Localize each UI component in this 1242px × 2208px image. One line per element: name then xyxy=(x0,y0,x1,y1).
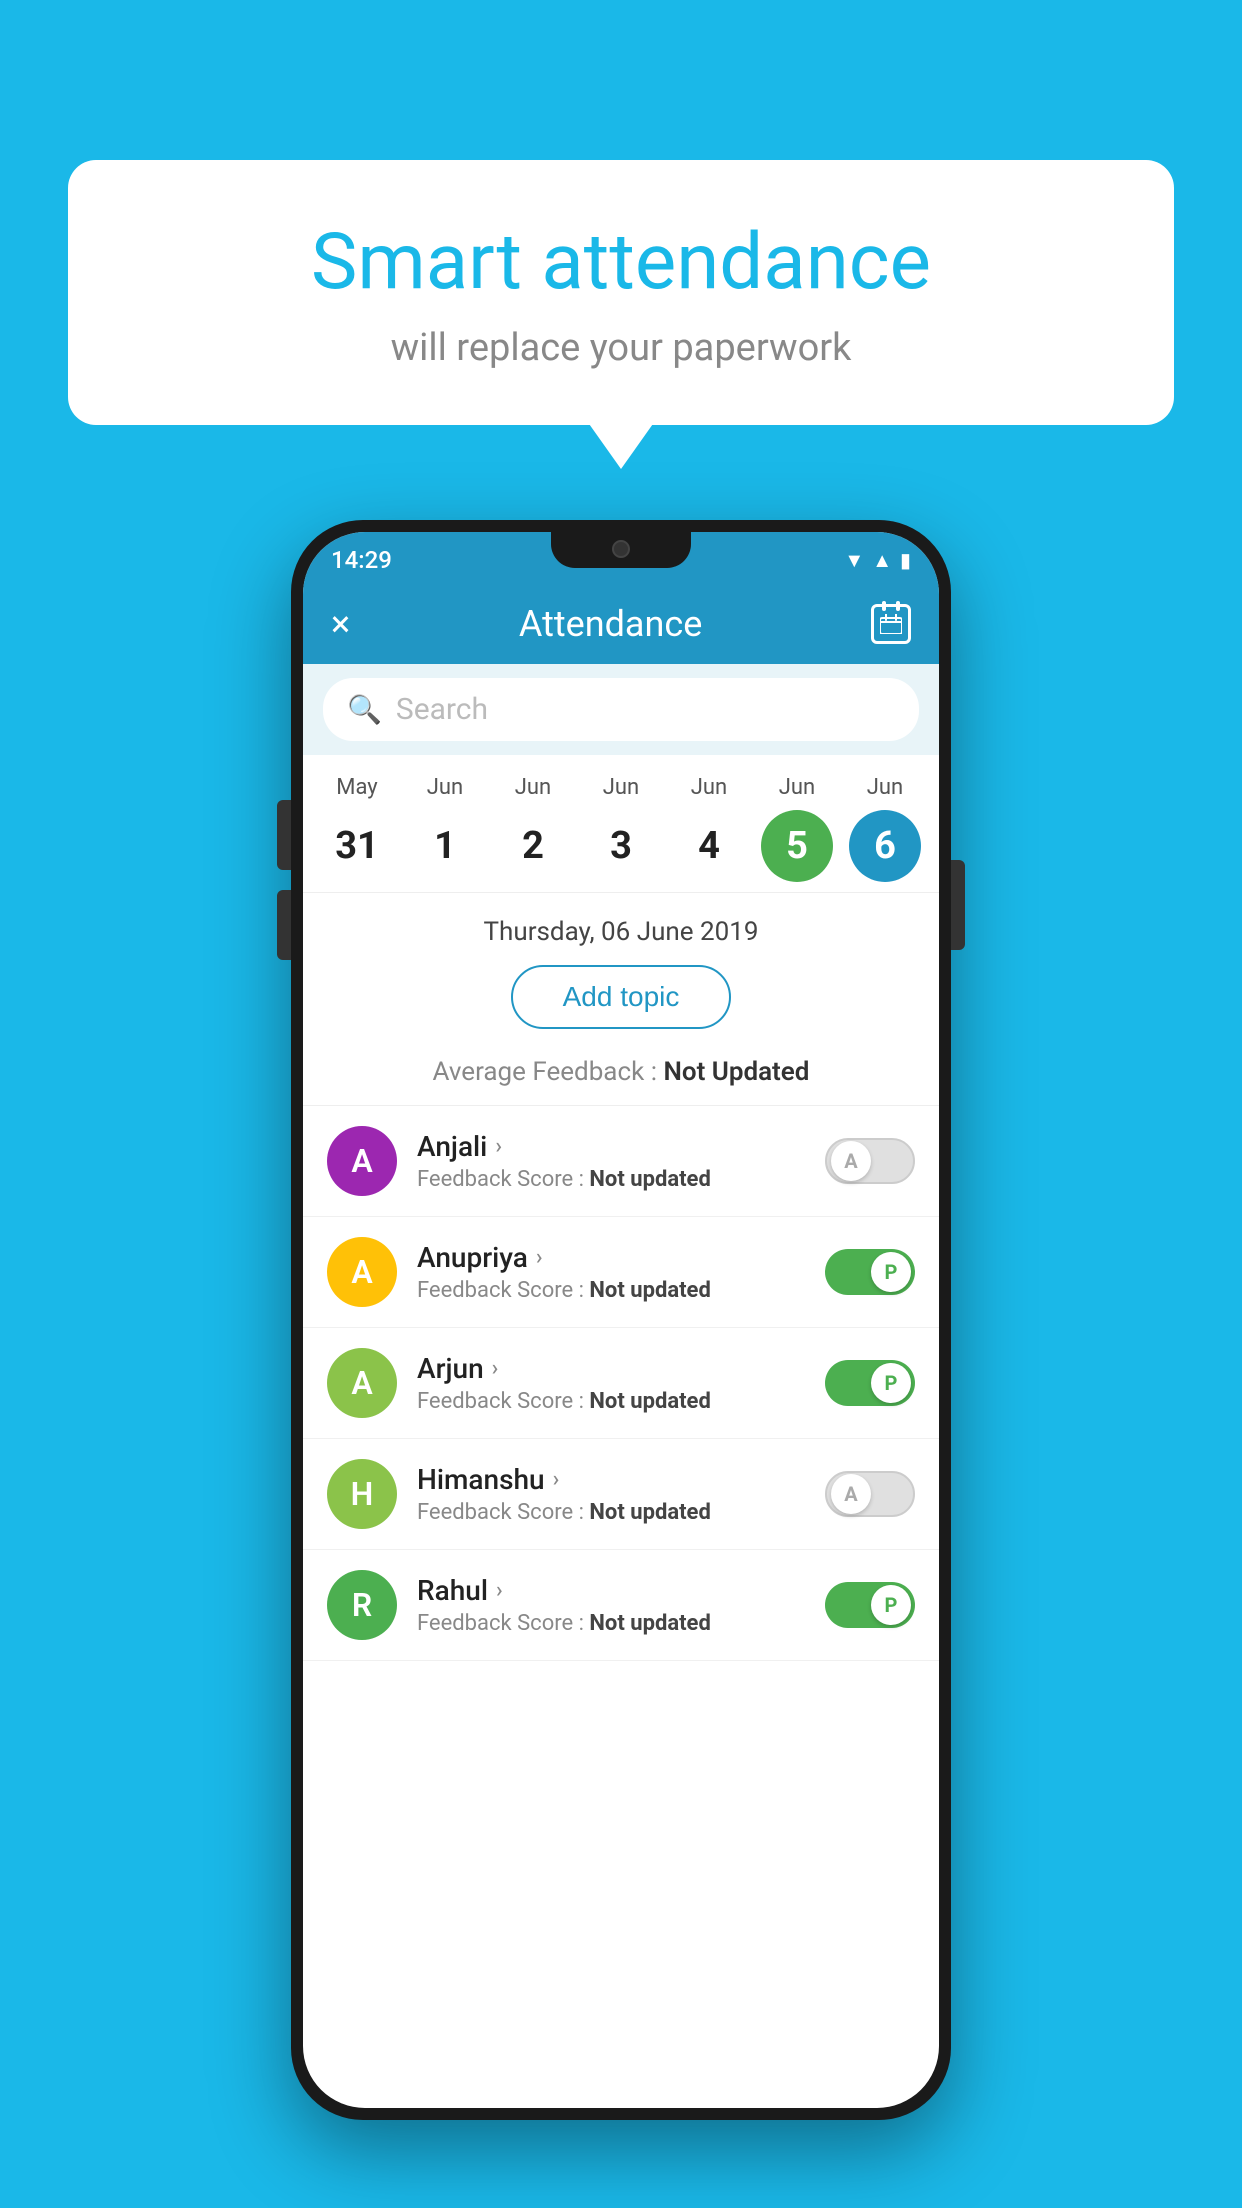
avatar: R xyxy=(327,1570,397,1640)
chevron-icon: › xyxy=(553,1467,560,1492)
cal-month-label: Jun xyxy=(779,775,815,800)
avatar: A xyxy=(327,1348,397,1418)
status-time: 14:29 xyxy=(331,546,392,574)
chevron-icon: › xyxy=(492,1356,499,1381)
close-icon[interactable]: × xyxy=(331,603,350,645)
calendar-day-6[interactable]: Jun 6 xyxy=(843,775,927,882)
calendar-day-2[interactable]: Jun 2 xyxy=(491,775,575,882)
cal-date-number: 3 xyxy=(585,810,657,882)
speech-bubble-subtitle: will replace your paperwork xyxy=(128,326,1114,370)
student-item[interactable]: H Himanshu › Feedback Score : Not updated A xyxy=(303,1439,939,1550)
volume-up-button xyxy=(277,800,291,870)
feedback-score: Feedback Score : Not updated xyxy=(417,1611,805,1636)
search-bar[interactable]: 🔍 Search xyxy=(323,678,919,741)
volume-down-button xyxy=(277,890,291,960)
student-name: Anupriya › xyxy=(417,1241,805,1274)
cal-month-label: Jun xyxy=(603,775,639,800)
chevron-icon: › xyxy=(536,1245,543,1270)
attendance-toggle[interactable]: A xyxy=(825,1471,915,1517)
avg-feedback-value: Not Updated xyxy=(663,1057,809,1087)
calendar-day-31[interactable]: May 31 xyxy=(315,775,399,882)
signal-icon: ▲ xyxy=(872,548,892,573)
speech-bubble: Smart attendance will replace your paper… xyxy=(68,160,1174,425)
search-bar-container: 🔍 Search xyxy=(303,664,939,755)
calendar-day-1[interactable]: Jun 1 xyxy=(403,775,487,882)
calendar-day-4[interactable]: Jun 4 xyxy=(667,775,751,882)
attendance-toggle[interactable]: P xyxy=(825,1360,915,1406)
student-name: Himanshu › xyxy=(417,1463,805,1496)
calendar-day-5[interactable]: Jun 5 xyxy=(755,775,839,882)
avatar: A xyxy=(327,1126,397,1196)
average-feedback: Average Feedback : Not Updated xyxy=(303,1047,939,1106)
search-placeholder: Search xyxy=(396,692,488,727)
feedback-score: Feedback Score : Not updated xyxy=(417,1389,805,1414)
power-button xyxy=(951,860,965,950)
feedback-score: Feedback Score : Not updated xyxy=(417,1500,805,1525)
cal-month-label: Jun xyxy=(691,775,727,800)
battery-icon: ▮ xyxy=(900,548,911,572)
toggle-knob: P xyxy=(871,1363,911,1403)
phone-frame: 14:29 ▼ ▲ ▮ × Attendance 🔍 xyxy=(291,520,951,2120)
calendar-day-3[interactable]: Jun 3 xyxy=(579,775,663,882)
phone-notch xyxy=(551,532,691,568)
cal-date-number: 4 xyxy=(673,810,745,882)
avatar: H xyxy=(327,1459,397,1529)
student-item[interactable]: A Anupriya › Feedback Score : Not updated P xyxy=(303,1217,939,1328)
status-icons: ▼ ▲ ▮ xyxy=(844,548,911,573)
toggle-knob: A xyxy=(831,1474,871,1514)
student-info: Anjali › Feedback Score : Not updated xyxy=(417,1130,805,1192)
camera xyxy=(612,540,630,558)
attendance-toggle[interactable]: P xyxy=(825,1249,915,1295)
cal-month-label: Jun xyxy=(867,775,903,800)
student-item[interactable]: A Anjali › Feedback Score : Not updated A xyxy=(303,1106,939,1217)
student-list: AAnjali ›Feedback Score : Not updatedAAA… xyxy=(303,1106,939,1661)
cal-date-number: 6 xyxy=(849,810,921,882)
student-name: Anjali › xyxy=(417,1130,805,1163)
add-topic-container: Add topic xyxy=(303,955,939,1047)
student-info: Anupriya › Feedback Score : Not updated xyxy=(417,1241,805,1303)
cal-date-number: 1 xyxy=(409,810,481,882)
student-item[interactable]: A Arjun › Feedback Score : Not updated P xyxy=(303,1328,939,1439)
toggle-knob: A xyxy=(831,1141,871,1181)
cal-date-number: 2 xyxy=(497,810,569,882)
toggle-knob: P xyxy=(871,1585,911,1625)
cal-date-number: 31 xyxy=(321,810,393,882)
student-info: Himanshu › Feedback Score : Not updated xyxy=(417,1463,805,1525)
cal-month-label: Jun xyxy=(515,775,551,800)
student-info: Rahul › Feedback Score : Not updated xyxy=(417,1574,805,1636)
attendance-toggle[interactable]: A xyxy=(825,1138,915,1184)
feedback-score: Feedback Score : Not updated xyxy=(417,1278,805,1303)
calendar-strip: May 31 Jun 1 Jun 2 Jun 3 Jun 4 Jun 5 Jun 6 xyxy=(303,755,939,893)
add-topic-button[interactable]: Add topic xyxy=(511,965,732,1029)
search-icon: 🔍 xyxy=(347,693,382,726)
toggle-knob: P xyxy=(871,1252,911,1292)
app-bar-title: Attendance xyxy=(519,603,702,645)
cal-month-label: Jun xyxy=(427,775,463,800)
student-name: Arjun › xyxy=(417,1352,805,1385)
chevron-icon: › xyxy=(496,1578,503,1603)
app-bar: × Attendance xyxy=(303,584,939,664)
chevron-icon: › xyxy=(495,1134,502,1159)
avatar: A xyxy=(327,1237,397,1307)
cal-month-label: May xyxy=(336,775,377,800)
student-info: Arjun › Feedback Score : Not updated xyxy=(417,1352,805,1414)
feedback-score: Feedback Score : Not updated xyxy=(417,1167,805,1192)
attendance-toggle[interactable]: P xyxy=(825,1582,915,1628)
speech-bubble-title: Smart attendance xyxy=(128,220,1114,306)
wifi-icon: ▼ xyxy=(844,548,864,573)
calendar-icon[interactable] xyxy=(871,604,911,644)
phone-screen: 14:29 ▼ ▲ ▮ × Attendance 🔍 xyxy=(303,532,939,2108)
avg-feedback-label: Average Feedback : xyxy=(433,1057,657,1087)
cal-date-number: 5 xyxy=(761,810,833,882)
speech-bubble-container: Smart attendance will replace your paper… xyxy=(68,160,1174,425)
selected-date-header: Thursday, 06 June 2019 xyxy=(303,893,939,955)
student-name: Rahul › xyxy=(417,1574,805,1607)
student-item[interactable]: R Rahul › Feedback Score : Not updated P xyxy=(303,1550,939,1661)
